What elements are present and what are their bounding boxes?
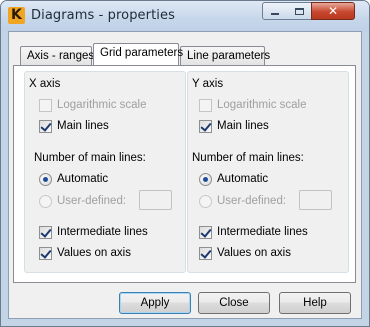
y-intermediate-lines-checkbox[interactable] (199, 226, 212, 239)
x-values-on-axis-checkbox[interactable] (39, 247, 52, 260)
y-main-lines-label: Main lines (217, 120, 269, 132)
x-logarithmic-checkbox[interactable] (39, 99, 52, 112)
y-intermediate-lines-label: Intermediate lines (217, 226, 308, 238)
app-logo-icon[interactable]: K (8, 7, 25, 24)
y-main-lines-checkbox[interactable] (199, 120, 212, 133)
y-user-defined-input[interactable] (299, 190, 332, 210)
x-logarithmic-label: Logarithmic scale (57, 99, 147, 111)
x-main-lines-label: Main lines (57, 120, 109, 132)
apply-button[interactable]: Apply (119, 292, 191, 314)
y-values-on-axis-checkbox[interactable] (199, 247, 212, 260)
y-number-heading: Number of main lines: (192, 152, 304, 164)
y-values-on-axis-label: Values on axis (217, 247, 291, 259)
tab-line-parameters[interactable]: Line parameters (180, 46, 270, 65)
x-user-defined-radio[interactable] (39, 195, 52, 208)
y-automatic-radio[interactable] (199, 173, 212, 186)
tab-label: Line parameters (187, 50, 271, 62)
x-user-defined-input[interactable] (139, 190, 172, 210)
y-user-defined-radio[interactable] (199, 195, 212, 208)
x-automatic-radio[interactable] (39, 173, 52, 186)
window-title: Diagrams - properties (31, 8, 175, 23)
x-intermediate-lines-checkbox[interactable] (39, 226, 52, 239)
x-main-lines-checkbox[interactable] (39, 120, 52, 133)
tab-grid-parameters[interactable]: Grid parameters (93, 43, 183, 65)
maximize-button[interactable] (287, 2, 312, 20)
maximize-icon (294, 7, 304, 15)
y-automatic-label: Automatic (217, 173, 269, 185)
grid-parameters-panel: X axis Logarithmic scale Main lines Numb… (13, 65, 356, 283)
x-automatic-label: Automatic (57, 173, 109, 185)
minimize-button[interactable] (262, 2, 288, 20)
tab-label: Grid parameters (100, 47, 184, 59)
x-number-heading: Number of main lines: (34, 152, 146, 164)
minimize-icon (271, 13, 279, 15)
x-axis-heading: X axis (29, 78, 61, 90)
close-button[interactable]: Close (198, 292, 270, 314)
y-axis-group: Y axis Logarithmic scale Main lines Numb… (187, 71, 349, 273)
title-bar[interactable]: K Diagrams - properties ✕ (1, 1, 369, 31)
close-icon: ✕ (327, 4, 339, 18)
properties-window: K Diagrams - properties ✕ Axis - ranges … (0, 0, 370, 327)
app-icon-letter: K (11, 7, 22, 23)
tab-axis-ranges[interactable]: Axis - ranges (20, 46, 95, 65)
x-user-defined-label: User-defined: (57, 195, 127, 207)
y-user-defined-label: User-defined: (217, 195, 287, 207)
x-intermediate-lines-label: Intermediate lines (57, 226, 148, 238)
y-logarithmic-label: Logarithmic scale (217, 99, 307, 111)
help-button[interactable]: Help (279, 292, 351, 314)
x-values-on-axis-label: Values on axis (57, 247, 131, 259)
tab-label: Axis - ranges (27, 50, 95, 62)
y-logarithmic-checkbox[interactable] (199, 99, 212, 112)
x-axis-group: X axis Logarithmic scale Main lines Numb… (24, 71, 186, 273)
close-window-button[interactable]: ✕ (311, 2, 355, 20)
y-axis-heading: Y axis (192, 78, 224, 90)
